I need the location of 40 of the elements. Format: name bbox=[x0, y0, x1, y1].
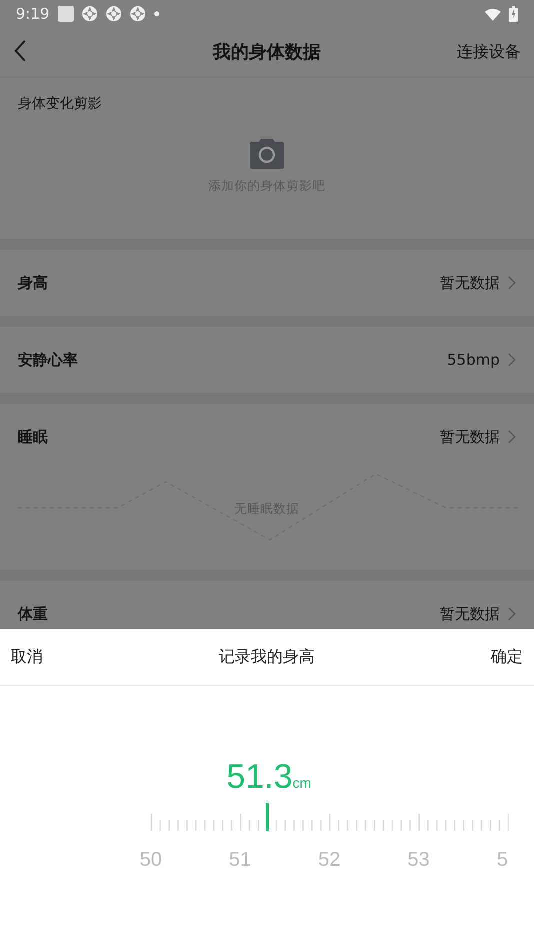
chevron-right-icon bbox=[508, 607, 516, 621]
aperture-icon bbox=[82, 6, 98, 22]
metric-value: 暂无数据 bbox=[440, 272, 500, 294]
status-time: 9:19 bbox=[16, 4, 50, 25]
ruler-label: 53 bbox=[408, 848, 430, 873]
metric-row[interactable]: 安静心率 55bmp bbox=[0, 327, 534, 393]
metric-label: 体重 bbox=[18, 604, 48, 625]
aperture-icon bbox=[106, 6, 122, 22]
metric-row[interactable]: 睡眠 暂无数据 bbox=[0, 404, 534, 470]
metric-label: 安静心率 bbox=[18, 350, 78, 371]
camera-icon[interactable] bbox=[250, 139, 284, 169]
metric-row[interactable]: 身高 暂无数据 bbox=[0, 250, 534, 316]
chevron-right-icon bbox=[508, 276, 516, 290]
battery-charging-icon bbox=[509, 6, 518, 22]
app-square-icon bbox=[58, 6, 74, 22]
ruler-label: 50 bbox=[140, 848, 162, 873]
height-value: 51.3 bbox=[226, 758, 293, 796]
chevron-right-icon bbox=[508, 430, 516, 444]
aperture-icon bbox=[130, 6, 146, 22]
unit-label: cm bbox=[292, 775, 312, 791]
cancel-button[interactable]: 取消 bbox=[11, 645, 43, 669]
notification-dot-icon bbox=[154, 11, 160, 17]
ruler-label: 5 bbox=[497, 848, 508, 873]
sheet-title: 记录我的身高 bbox=[219, 646, 315, 668]
back-icon[interactable] bbox=[14, 40, 27, 62]
ruler-label: 51 bbox=[229, 848, 252, 873]
metric-value: 暂无数据 bbox=[440, 426, 500, 448]
connect-device-link[interactable]: 连接设备 bbox=[457, 40, 521, 64]
chevron-right-icon bbox=[508, 353, 516, 367]
metric-label: 睡眠 bbox=[18, 426, 48, 448]
metric-value: 暂无数据 bbox=[440, 604, 500, 625]
metric-value: 55bmp bbox=[447, 350, 500, 371]
ruler-indicator[interactable] bbox=[266, 803, 270, 831]
page-title: 我的身体数据 bbox=[213, 41, 321, 65]
metric-row[interactable]: 体重 暂无数据 bbox=[0, 581, 534, 647]
ruler-label: 52 bbox=[318, 848, 341, 873]
section-title: 身体变化剪影 bbox=[18, 95, 102, 114]
metric-label: 身高 bbox=[18, 272, 48, 294]
confirm-button[interactable]: 确定 bbox=[491, 645, 523, 669]
wifi-icon bbox=[485, 8, 501, 20]
